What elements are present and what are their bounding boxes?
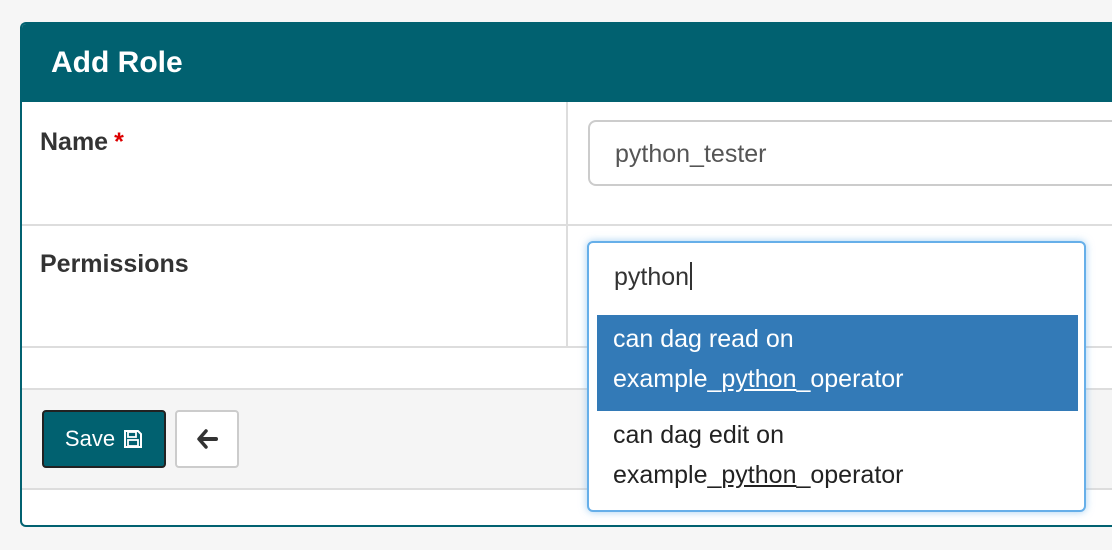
- back-button[interactable]: [175, 410, 239, 468]
- option-line: can dag edit on: [613, 421, 784, 449]
- name-label: Name *: [40, 128, 124, 156]
- permissions-search-input[interactable]: python: [614, 262, 693, 292]
- name-row: Name * python_tester: [22, 102, 1112, 226]
- option-line: example_python_operator: [613, 461, 904, 489]
- save-button[interactable]: Save: [42, 410, 166, 468]
- floppy-disk-icon: [124, 430, 143, 448]
- permissions-select[interactable]: python can dag read on example_python_op…: [587, 241, 1086, 512]
- required-marker: *: [114, 128, 124, 156]
- dropdown-option[interactable]: can dag edit on example_python_operator: [597, 411, 1078, 503]
- arrow-left-icon: [197, 429, 218, 449]
- permissions-label-cell: Permissions: [22, 224, 568, 346]
- name-input[interactable]: python_tester: [588, 120, 1112, 186]
- permissions-label: Permissions: [40, 250, 189, 278]
- panel-heading: Add Role: [22, 24, 1112, 102]
- save-button-label: Save: [64, 426, 116, 451]
- match-highlight: python: [721, 461, 797, 489]
- option-line: can dag read on: [613, 325, 794, 353]
- page-title: Add Role: [51, 46, 183, 79]
- dropdown-option[interactable]: can dag read on example_python_operator: [597, 315, 1078, 411]
- name-label-cell: Name *: [22, 102, 568, 224]
- match-highlight: python: [721, 365, 797, 393]
- option-line: example_python_operator: [613, 365, 904, 393]
- text-caret: [690, 262, 693, 291]
